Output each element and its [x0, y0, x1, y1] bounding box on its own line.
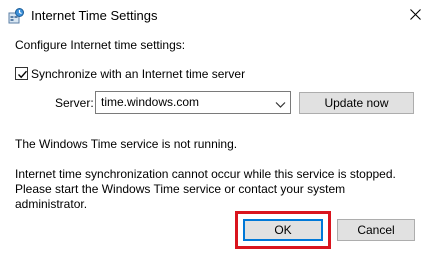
sync-checkbox[interactable] [15, 67, 28, 80]
close-button[interactable] [400, 0, 430, 31]
chevron-down-icon[interactable] [275, 98, 286, 108]
internet-time-settings-dialog: Internet Time Settings Configure Interne… [0, 0, 430, 257]
ok-button[interactable]: OK [243, 219, 323, 241]
message-line: Internet time synchronization cannot occ… [15, 167, 396, 181]
service-status-text: The Windows Time service is not running. [15, 137, 238, 151]
check-icon [18, 70, 28, 79]
server-label: Server: [55, 96, 94, 110]
clock-globe-icon [8, 8, 24, 24]
message-line: Please start the Windows Time service or… [15, 182, 346, 196]
section-heading: Configure Internet time settings: [15, 38, 186, 52]
message-line: administrator. [15, 197, 88, 211]
title-bar[interactable]: Internet Time Settings [0, 0, 430, 31]
cancel-button[interactable]: Cancel [337, 219, 415, 241]
window-title: Internet Time Settings [31, 8, 158, 23]
close-icon [409, 8, 421, 23]
server-value[interactable]: time.windows.com [101, 95, 199, 109]
update-now-button[interactable]: Update now [299, 92, 414, 114]
sync-checkbox-label[interactable]: Synchronize with an Internet time server [31, 67, 245, 81]
server-combobox[interactable]: time.windows.com [95, 91, 291, 114]
service-message: Internet time synchronization cannot occ… [15, 167, 415, 212]
